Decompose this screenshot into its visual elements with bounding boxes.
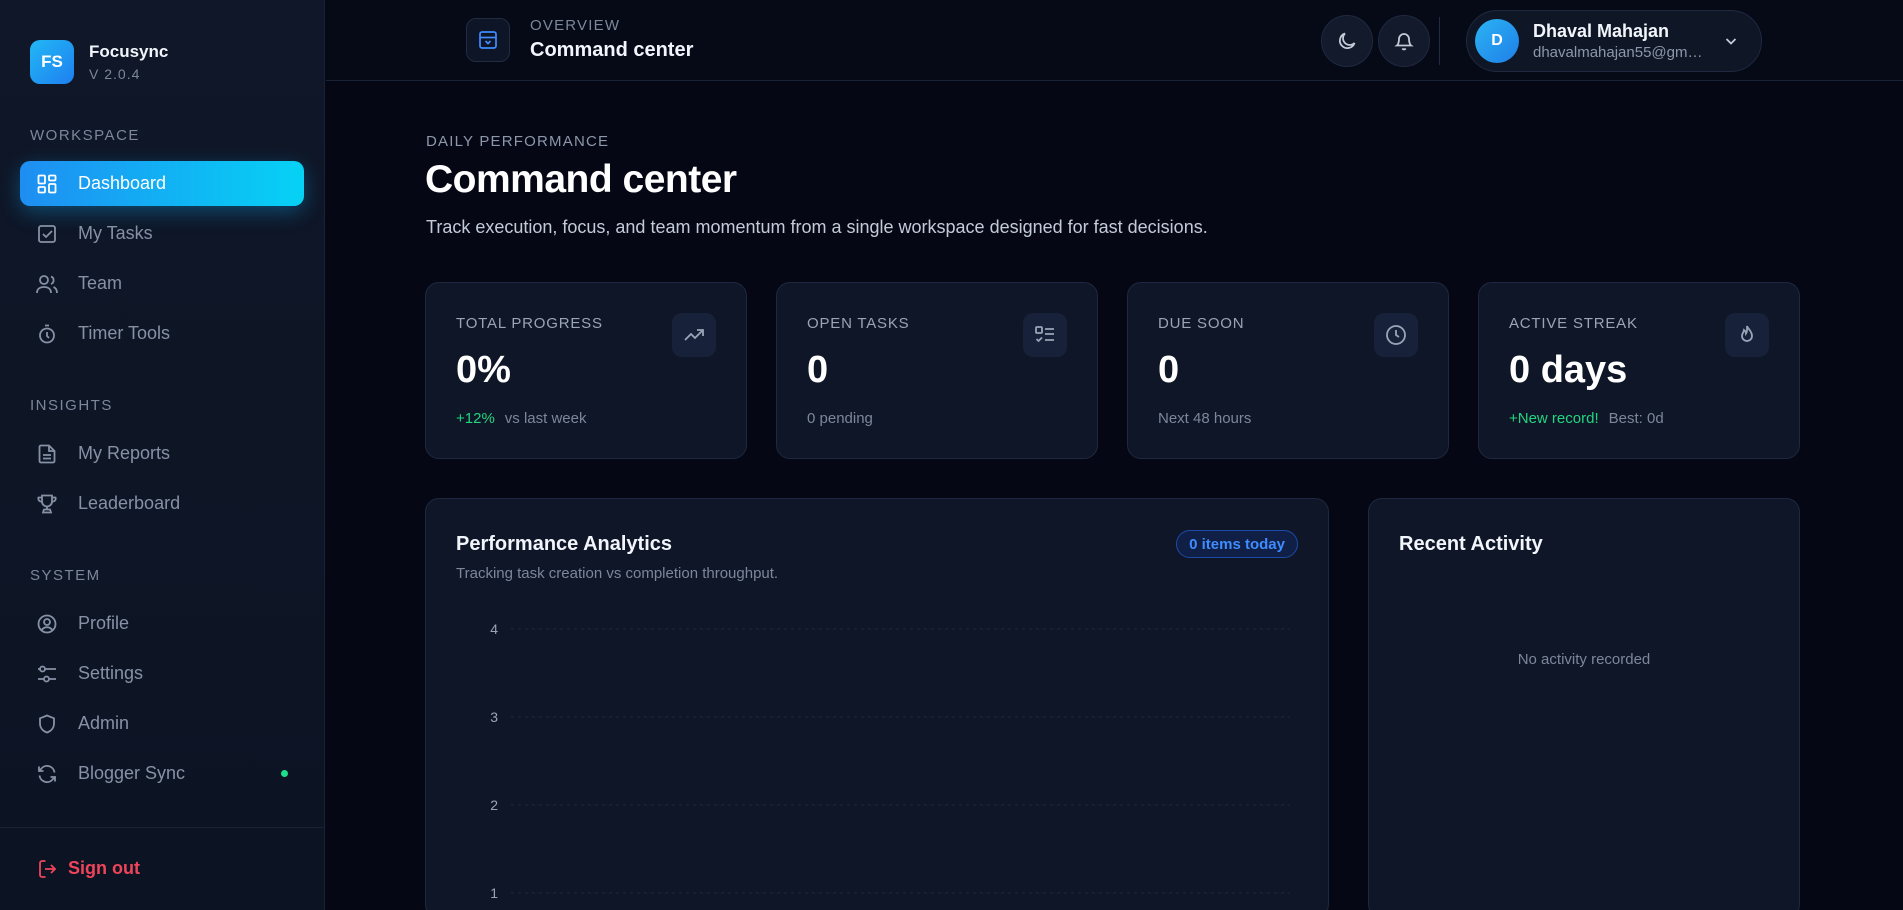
sync-icon (36, 763, 58, 785)
sidebar-item-label: Dashboard (78, 173, 167, 193)
trophy-icon (36, 493, 58, 515)
page-title: Command center (425, 158, 737, 201)
trending-up-icon (672, 313, 716, 357)
sidebar-item-label: Team (78, 273, 123, 293)
stat-card-total-progress: TOTAL PROGRESS 0% +12% vs last week (425, 282, 747, 459)
stat-value: 0 (807, 349, 829, 391)
checkbox-icon (36, 223, 58, 245)
checklist-icon (1023, 313, 1067, 357)
breadcrumb-overline: OVERVIEW (530, 17, 621, 34)
bell-icon (1394, 31, 1414, 51)
sidebar-item-my-tasks[interactable]: My Tasks (20, 211, 304, 256)
sign-out-label: Sign out (68, 858, 140, 878)
y-tick-label: 3 (490, 709, 498, 725)
page-eyebrow: DAILY PERFORMANCE (426, 133, 610, 150)
sign-out-button[interactable]: Sign out (38, 858, 140, 879)
sidebar-item-label: Blogger Sync (78, 763, 186, 783)
page-subtitle: Track execution, focus, and team momentu… (426, 217, 1208, 237)
sidebar-item-leaderboard[interactable]: Leaderboard (20, 481, 304, 526)
stat-label: TOTAL PROGRESS (456, 315, 603, 332)
nav-section-insights: INSIGHTS (30, 397, 113, 414)
sidebar-item-dashboard[interactable]: Dashboard (20, 161, 304, 206)
stat-foot-text: Best: 0d (1608, 410, 1664, 427)
y-tick-label: 4 (490, 621, 498, 637)
sidebar-item-my-reports[interactable]: My Reports (20, 431, 304, 476)
sidebar-item-label: Profile (78, 613, 130, 633)
archive-icon (466, 18, 510, 62)
topbar-separator (1439, 17, 1440, 65)
stat-foot-text: Next 48 hours (1158, 410, 1252, 427)
sidebar-item-timer-tools[interactable]: Timer Tools (20, 311, 304, 356)
stat-card-active-streak: ACTIVE STREAK 0 days +New record! Best: 0… (1478, 282, 1800, 459)
sidebar-item-label: Leaderboard (78, 493, 181, 513)
dashboard-icon (36, 173, 58, 195)
nav-section-system: SYSTEM (30, 567, 101, 584)
brand-version: V 2.0.4 (89, 66, 141, 82)
sidebar-item-team[interactable]: Team (20, 261, 304, 306)
flame-icon (1725, 313, 1769, 357)
sidebar: FS Focusync V 2.0.4 WORKSPACE Dashboard … (0, 0, 325, 910)
clock-icon (1374, 313, 1418, 357)
sliders-icon (36, 663, 58, 685)
document-icon (36, 443, 58, 465)
topbar: OVERVIEW Command center D Dhaval Mahajan… (326, 0, 1903, 81)
empty-state-text: No activity recorded (1517, 651, 1651, 668)
sidebar-item-blogger-sync[interactable]: Blogger Sync (20, 751, 304, 796)
stat-value: 0% (456, 349, 511, 391)
stat-label: OPEN TASKS (807, 315, 910, 332)
brand-logo: FS (30, 40, 74, 84)
items-today-badge: 0 items today (1176, 530, 1298, 558)
stat-foot: Next 48 hours (1158, 410, 1251, 427)
stat-foot: +12% vs last week (456, 410, 587, 427)
sidebar-item-profile[interactable]: Profile (20, 601, 304, 646)
chevron-down-icon (1723, 33, 1739, 54)
user-name: Dhaval Mahajan (1533, 21, 1670, 41)
stat-value: 0 days (1509, 349, 1628, 391)
timer-icon (36, 323, 58, 345)
brand-name: Focusync (89, 42, 169, 61)
sidebar-item-label: Settings (78, 663, 144, 683)
stat-highlight: +New record! (1509, 410, 1599, 427)
stat-foot-text: vs last week (504, 410, 587, 427)
stat-label: DUE SOON (1158, 315, 1245, 332)
panel-title: Recent Activity (1399, 533, 1543, 555)
theme-toggle-button[interactable] (1321, 15, 1373, 67)
brand[interactable]: FS Focusync V 2.0.4 (30, 40, 168, 84)
stat-highlight: +12% (456, 410, 495, 427)
user-menu[interactable]: D Dhaval Mahajan dhavalmahajan55@gmail.c… (1466, 10, 1762, 72)
logout-icon (38, 859, 58, 879)
nav-section-workspace: WORKSPACE (30, 127, 140, 144)
sidebar-item-label: My Reports (78, 443, 171, 463)
sidebar-item-label: Timer Tools (78, 323, 171, 343)
y-tick-label: 1 (490, 885, 498, 901)
y-tick-label: 2 (490, 797, 498, 813)
stat-card-open-tasks: OPEN TASKS 0 0 pending (776, 282, 1098, 459)
avatar: D (1475, 19, 1519, 63)
breadcrumb-title: Command center (530, 39, 694, 61)
sidebar-item-admin[interactable]: Admin (20, 701, 304, 746)
stat-label: ACTIVE STREAK (1509, 315, 1638, 332)
sidebar-item-settings[interactable]: Settings (20, 651, 304, 696)
status-dot (281, 770, 288, 777)
shield-icon (36, 713, 58, 735)
notifications-button[interactable] (1378, 15, 1430, 67)
recent-activity-panel: Recent Activity No activity recorded (1368, 498, 1800, 910)
moon-icon (1337, 31, 1357, 51)
sidebar-item-label: My Tasks (78, 223, 153, 243)
stat-card-due-soon: DUE SOON 0 Next 48 hours (1127, 282, 1449, 459)
panel-subtitle: Tracking task creation vs completion thr… (456, 565, 779, 582)
performance-analytics-panel: Performance Analytics Tracking task crea… (425, 498, 1329, 910)
analytics-chart: 4 3 2 1 (490, 621, 1290, 901)
user-circle-icon (36, 613, 58, 635)
sidebar-divider (0, 827, 325, 828)
stat-foot-text: 0 pending (807, 410, 873, 427)
sidebar-item-label: Admin (78, 713, 130, 733)
stat-foot: 0 pending (807, 410, 873, 427)
stat-value: 0 (1158, 349, 1180, 391)
stat-foot: +New record! Best: 0d (1509, 410, 1664, 427)
panel-title: Performance Analytics (456, 533, 673, 555)
user-email: dhavalmahajan55@gmail.com (1533, 44, 1709, 61)
users-icon (36, 273, 58, 295)
